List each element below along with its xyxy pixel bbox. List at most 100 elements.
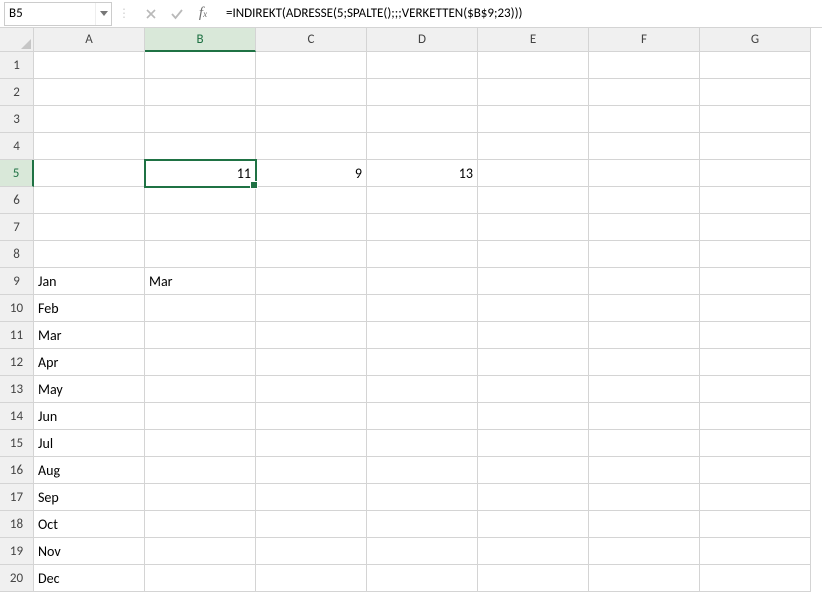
- cell-E19[interactable]: [478, 538, 589, 565]
- cell-E3[interactable]: [478, 106, 589, 133]
- cell-A14[interactable]: Jun: [34, 403, 145, 430]
- select-all-corner[interactable]: [0, 28, 34, 52]
- cell-A9[interactable]: Jan: [34, 268, 145, 295]
- cell-B5[interactable]: 11: [145, 160, 256, 187]
- cell-G12[interactable]: [700, 349, 811, 376]
- cell-B6[interactable]: [145, 187, 256, 214]
- row-header-7[interactable]: 7: [0, 214, 34, 241]
- cell-E8[interactable]: [478, 241, 589, 268]
- cell-B7[interactable]: [145, 214, 256, 241]
- cell-G8[interactable]: [700, 241, 811, 268]
- name-box-dropdown-icon[interactable]: [95, 3, 111, 25]
- cell-F3[interactable]: [589, 106, 700, 133]
- col-header-C[interactable]: C: [256, 28, 367, 52]
- cell-B4[interactable]: [145, 133, 256, 160]
- cell-A20[interactable]: Dec: [34, 565, 145, 592]
- cell-F9[interactable]: [589, 268, 700, 295]
- row-header-9[interactable]: 9: [0, 268, 34, 295]
- cell-A12[interactable]: Apr: [34, 349, 145, 376]
- cell-G2[interactable]: [700, 79, 811, 106]
- cell-G1[interactable]: [700, 52, 811, 79]
- cell-C4[interactable]: [256, 133, 367, 160]
- cell-C18[interactable]: [256, 511, 367, 538]
- cell-A3[interactable]: [34, 106, 145, 133]
- cell-A17[interactable]: Sep: [34, 484, 145, 511]
- cell-F17[interactable]: [589, 484, 700, 511]
- cell-C10[interactable]: [256, 295, 367, 322]
- cell-E12[interactable]: [478, 349, 589, 376]
- cell-E13[interactable]: [478, 376, 589, 403]
- cell-D3[interactable]: [367, 106, 478, 133]
- row-header-4[interactable]: 4: [0, 133, 34, 160]
- row-header-6[interactable]: 6: [0, 187, 34, 214]
- cell-D17[interactable]: [367, 484, 478, 511]
- cell-G15[interactable]: [700, 430, 811, 457]
- row-header-16[interactable]: 16: [0, 457, 34, 484]
- cell-E1[interactable]: [478, 52, 589, 79]
- cell-C20[interactable]: [256, 565, 367, 592]
- cell-E15[interactable]: [478, 430, 589, 457]
- cell-F6[interactable]: [589, 187, 700, 214]
- cell-A6[interactable]: [34, 187, 145, 214]
- cell-D9[interactable]: [367, 268, 478, 295]
- row-header-10[interactable]: 10: [0, 295, 34, 322]
- row-header-1[interactable]: 1: [0, 52, 34, 79]
- cancel-icon[interactable]: [142, 5, 160, 23]
- cell-F19[interactable]: [589, 538, 700, 565]
- cell-F15[interactable]: [589, 430, 700, 457]
- cell-A11[interactable]: Mar: [34, 322, 145, 349]
- cell-F8[interactable]: [589, 241, 700, 268]
- cell-F14[interactable]: [589, 403, 700, 430]
- col-header-E[interactable]: E: [478, 28, 589, 52]
- cell-D8[interactable]: [367, 241, 478, 268]
- cell-C9[interactable]: [256, 268, 367, 295]
- row-header-11[interactable]: 11: [0, 322, 34, 349]
- col-header-B[interactable]: B: [145, 28, 256, 52]
- cell-G17[interactable]: [700, 484, 811, 511]
- cell-F2[interactable]: [589, 79, 700, 106]
- cell-G9[interactable]: [700, 268, 811, 295]
- row-header-5[interactable]: 5: [0, 160, 34, 187]
- cell-D13[interactable]: [367, 376, 478, 403]
- cell-G5[interactable]: [700, 160, 811, 187]
- row-header-20[interactable]: 20: [0, 565, 34, 592]
- cell-C8[interactable]: [256, 241, 367, 268]
- cell-D20[interactable]: [367, 565, 478, 592]
- cell-G4[interactable]: [700, 133, 811, 160]
- cell-D5[interactable]: 13: [367, 160, 478, 187]
- cell-D7[interactable]: [367, 214, 478, 241]
- cell-E14[interactable]: [478, 403, 589, 430]
- cell-C3[interactable]: [256, 106, 367, 133]
- col-header-F[interactable]: F: [589, 28, 700, 52]
- cell-B12[interactable]: [145, 349, 256, 376]
- col-header-D[interactable]: D: [367, 28, 478, 52]
- cell-D2[interactable]: [367, 79, 478, 106]
- cell-C7[interactable]: [256, 214, 367, 241]
- cell-A10[interactable]: Feb: [34, 295, 145, 322]
- cell-G14[interactable]: [700, 403, 811, 430]
- cell-G3[interactable]: [700, 106, 811, 133]
- cell-E17[interactable]: [478, 484, 589, 511]
- cell-E9[interactable]: [478, 268, 589, 295]
- cell-F4[interactable]: [589, 133, 700, 160]
- row-header-15[interactable]: 15: [0, 430, 34, 457]
- cell-A2[interactable]: [34, 79, 145, 106]
- row-header-19[interactable]: 19: [0, 538, 34, 565]
- cell-G18[interactable]: [700, 511, 811, 538]
- cell-G7[interactable]: [700, 214, 811, 241]
- row-header-17[interactable]: 17: [0, 484, 34, 511]
- cell-F18[interactable]: [589, 511, 700, 538]
- cell-D6[interactable]: [367, 187, 478, 214]
- cell-F7[interactable]: [589, 214, 700, 241]
- cell-G16[interactable]: [700, 457, 811, 484]
- cell-G19[interactable]: [700, 538, 811, 565]
- cell-B10[interactable]: [145, 295, 256, 322]
- cell-E18[interactable]: [478, 511, 589, 538]
- cell-C16[interactable]: [256, 457, 367, 484]
- cell-B3[interactable]: [145, 106, 256, 133]
- row-header-12[interactable]: 12: [0, 349, 34, 376]
- cell-B2[interactable]: [145, 79, 256, 106]
- cell-D16[interactable]: [367, 457, 478, 484]
- cell-C12[interactable]: [256, 349, 367, 376]
- cell-F12[interactable]: [589, 349, 700, 376]
